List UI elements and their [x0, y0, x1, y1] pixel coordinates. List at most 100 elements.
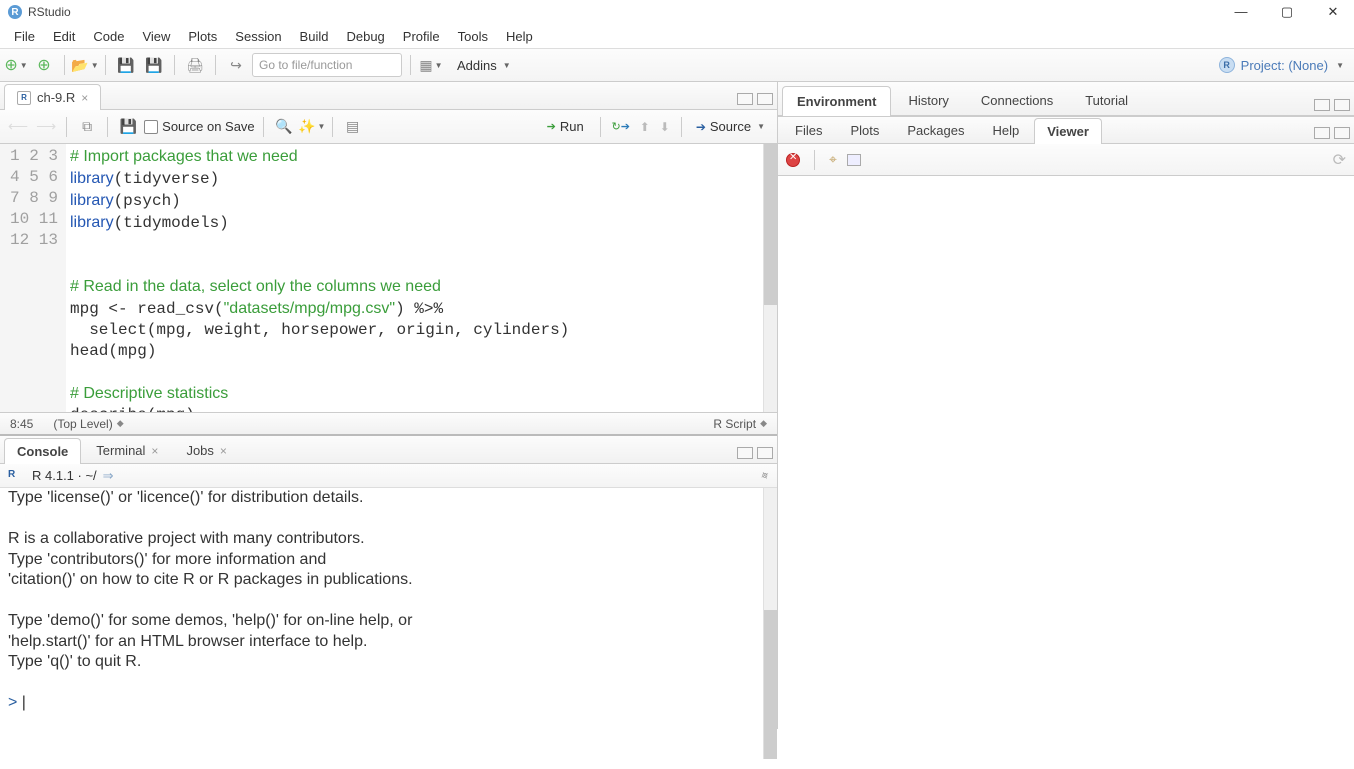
remove-viewer-button[interactable] — [786, 153, 800, 167]
minimize-button[interactable]: — — [1228, 4, 1254, 20]
tab-environment[interactable]: Environment — [782, 86, 891, 116]
tab-jobs[interactable]: Jobs × — [173, 437, 239, 463]
scope-caret-icon: ◆ — [117, 418, 124, 429]
tab-tutorial-label: Tutorial — [1085, 93, 1128, 108]
clear-viewer-button[interactable]: ⌖ — [829, 151, 837, 168]
addins-menu[interactable]: Addins▼ — [447, 55, 521, 76]
open-file-button[interactable]: 📂▼ — [73, 53, 97, 77]
code-tools-button[interactable]: ✨▼ — [300, 115, 324, 139]
wd-arrow-icon[interactable]: ⇒ — [103, 468, 114, 484]
tab-history[interactable]: History — [893, 85, 963, 115]
clear-console-button[interactable]: ⌖ — [757, 466, 772, 485]
tab-viewer[interactable]: Viewer — [1034, 118, 1102, 144]
new-file-button[interactable]: ⊕▼ — [4, 53, 28, 77]
tab-files[interactable]: Files — [782, 117, 835, 143]
tab-tutorial[interactable]: Tutorial — [1070, 85, 1143, 115]
code-area[interactable]: # Import packages that we need library(t… — [66, 144, 763, 412]
tab-plots-label: Plots — [850, 123, 879, 138]
env-minimize-icon[interactable] — [1314, 99, 1330, 111]
editor-scrollbar[interactable] — [763, 144, 777, 412]
right-column: Environment History Connections Tutorial… — [778, 82, 1354, 729]
tab-packages[interactable]: Packages — [894, 117, 977, 143]
show-in-new-window-button[interactable]: ⧉ — [75, 115, 99, 139]
close-icon[interactable]: × — [151, 444, 158, 458]
tab-jobs-label: Jobs — [186, 443, 213, 458]
viewer-maximize-icon[interactable] — [1334, 127, 1350, 139]
menu-code[interactable]: Code — [85, 27, 132, 46]
console-tabs: Console Terminal × Jobs × — [0, 436, 777, 464]
print-button[interactable]: 🖨 — [183, 53, 207, 77]
find-replace-button[interactable]: 🔍 — [272, 115, 296, 139]
compile-report-button[interactable]: ▤ — [341, 115, 365, 139]
go-next-chunk-button[interactable]: ⬇ — [657, 120, 673, 134]
source-tabs: R ch-9.R × — [0, 82, 777, 110]
source-tab-ch9[interactable]: R ch-9.R × — [4, 84, 101, 110]
main-toolbar: ⊕▼ ⊕ 📂▼ 💾 💾 🖨 ↪ Go to file/function ▦▼ A… — [0, 48, 1354, 82]
project-menu[interactable]: R Project: (None) ▼ — [1213, 57, 1350, 73]
tab-connections[interactable]: Connections — [966, 85, 1068, 115]
menu-plots[interactable]: Plots — [180, 27, 225, 46]
viewer-minimize-icon[interactable] — [1314, 127, 1330, 139]
source-minimize-icon[interactable] — [737, 93, 753, 105]
code-editor[interactable]: 1 2 3 4 5 6 7 8 9 10 11 12 13 # Import p… — [0, 144, 777, 412]
refresh-viewer-button[interactable]: ⟳ — [1333, 150, 1346, 170]
env-maximize-icon[interactable] — [1334, 99, 1350, 111]
source-button-label: Source — [710, 119, 751, 134]
console-maximize-icon[interactable] — [757, 447, 773, 459]
maximize-button[interactable]: ▢ — [1274, 4, 1300, 20]
scope-selector[interactable]: (Top Level) — [53, 417, 112, 431]
source-on-save-label: Source on Save — [162, 119, 255, 134]
menu-help[interactable]: Help — [498, 27, 541, 46]
go-prev-chunk-button[interactable]: ⬆ — [637, 120, 653, 134]
search-icon: 🔍 — [275, 118, 292, 135]
run-label: Run — [560, 119, 584, 134]
tab-history-label: History — [908, 93, 948, 108]
console-scrollbar[interactable] — [763, 488, 777, 759]
tab-terminal-label: Terminal — [96, 443, 145, 458]
source-back-icon[interactable]: ⟵ — [6, 118, 30, 135]
go-back-button[interactable]: ↪ — [224, 53, 248, 77]
tab-help[interactable]: Help — [979, 117, 1032, 143]
console-prompt: > — [8, 694, 22, 711]
plus-circle-icon: ⊕ — [4, 55, 17, 75]
print-icon: 🖨 — [186, 57, 204, 74]
save-button[interactable]: 💾 — [114, 53, 138, 77]
environment-pane: Environment History Connections Tutorial — [778, 82, 1354, 116]
viewer-content — [778, 176, 1354, 729]
menu-session[interactable]: Session — [227, 27, 289, 46]
file-type-caret-icon: ◆ — [760, 418, 767, 429]
source-arrow-icon: ➔ — [696, 120, 706, 134]
source-forward-icon[interactable]: ⟶ — [34, 118, 58, 135]
re-run-button[interactable]: ↻➔ — [609, 115, 633, 139]
close-button[interactable]: ✕ — [1320, 4, 1346, 20]
file-type-selector[interactable]: R Script — [713, 417, 756, 431]
source-maximize-icon[interactable] — [757, 93, 773, 105]
save-current-button[interactable]: 💾 — [116, 115, 140, 139]
source-on-save-checkbox[interactable] — [144, 120, 158, 134]
menu-tools[interactable]: Tools — [450, 27, 496, 46]
tab-console[interactable]: Console — [4, 438, 81, 464]
console-output[interactable]: Type 'license()' or 'licence()' for dist… — [0, 488, 777, 759]
workspace-panes-button[interactable]: ▦▼ — [419, 53, 443, 77]
close-tab-icon[interactable]: × — [81, 91, 88, 105]
run-button[interactable]: ➔Run — [539, 116, 592, 137]
tab-terminal[interactable]: Terminal × — [83, 437, 171, 463]
tab-plots[interactable]: Plots — [837, 117, 892, 143]
menu-edit[interactable]: Edit — [45, 27, 83, 46]
console-minimize-icon[interactable] — [737, 447, 753, 459]
goto-file-input[interactable]: Go to file/function — [252, 53, 402, 77]
menu-build[interactable]: Build — [292, 27, 337, 46]
new-project-button[interactable]: ⊕ — [32, 53, 56, 77]
source-toolbar: ⟵ ⟶ ⧉ 💾 Source on Save 🔍 ✨▼ ▤ ➔Run ↻➔ ⬆ … — [0, 110, 777, 144]
popout-icon: ⧉ — [82, 118, 92, 135]
menu-view[interactable]: View — [134, 27, 178, 46]
save-all-button[interactable]: 💾 — [142, 53, 166, 77]
left-column: R ch-9.R × ⟵ ⟶ ⧉ 💾 Source on Save — [0, 82, 778, 729]
window-title: RStudio — [28, 5, 71, 19]
source-button[interactable]: ➔Source▼ — [690, 116, 771, 137]
menu-profile[interactable]: Profile — [395, 27, 448, 46]
export-viewer-button[interactable] — [847, 154, 861, 166]
close-icon[interactable]: × — [220, 444, 227, 458]
menu-debug[interactable]: Debug — [338, 27, 392, 46]
menu-file[interactable]: File — [6, 27, 43, 46]
